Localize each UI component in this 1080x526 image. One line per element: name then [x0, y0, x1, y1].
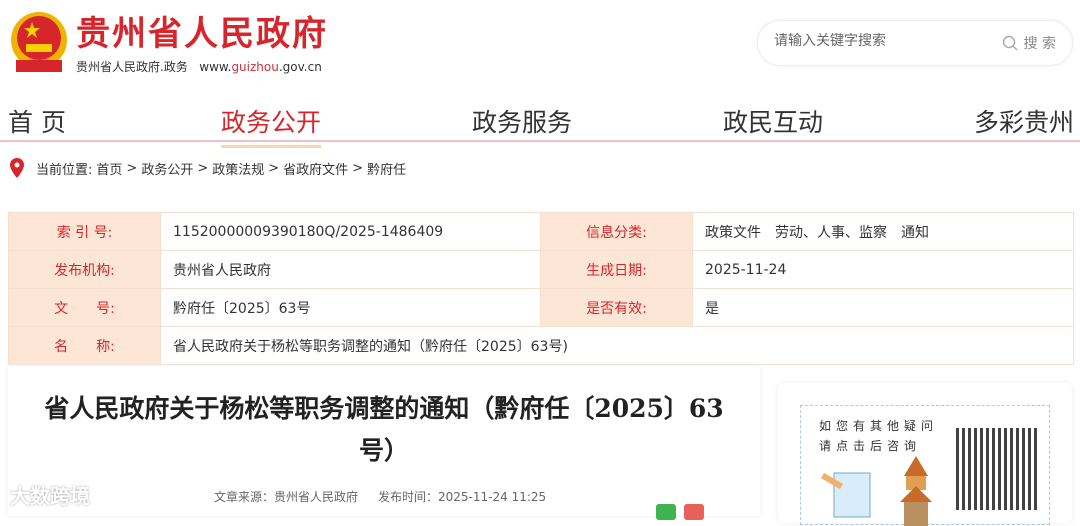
valid-value: 是: [692, 288, 1074, 327]
weibo-share-icon[interactable]: [684, 504, 704, 520]
consult-card[interactable]: 如您有其他疑问 请点击后咨询: [778, 383, 1072, 526]
national-emblem-icon: [11, 12, 67, 72]
consult-text: 如您有其他疑问 请点击后咨询: [819, 419, 939, 453]
article-time: 发布时间：2025-11-24 11:25: [378, 490, 547, 504]
docno-label: 文 号:: [8, 288, 161, 327]
breadcrumb-label: 当前位置:: [36, 162, 93, 178]
date-value: 2025-11-24: [692, 250, 1074, 289]
search-button-label: 搜 索: [1023, 36, 1056, 52]
docno-value: 黔府任〔2025〕63号: [160, 288, 541, 327]
breadcrumb-affairs[interactable]: 政务公开: [141, 159, 193, 178]
watermark: 大数跨境: [10, 484, 90, 508]
valid-label: 是否有效:: [540, 288, 693, 327]
nav-government-affairs[interactable]: 政务公开: [221, 103, 322, 148]
site-subtitle: 贵州省人民政府.政务 www.guizhou.gov.cn: [76, 60, 322, 74]
location-pin-icon: [10, 158, 24, 178]
consult-box[interactable]: 如您有其他疑问 请点击后咨询: [800, 405, 1050, 526]
nav-services[interactable]: 政务服务: [472, 103, 572, 139]
org-value: 贵州省人民政府: [160, 250, 541, 289]
name-label: 名 称:: [8, 326, 161, 365]
main-nav: 首 页 政务公开 政务服务 政民互动 多彩贵州: [0, 97, 1080, 148]
nav-interaction[interactable]: 政民互动: [723, 103, 823, 139]
table-row: 索 引 号: 11520000009390180Q/2025-1486409 信…: [8, 212, 1074, 251]
pagoda-icon: [900, 456, 932, 526]
info-table: 索 引 号: 11520000009390180Q/2025-1486409 信…: [8, 212, 1074, 365]
table-row: 名 称: 省人民政府关于杨松等职务调整的通知（黔府任〔2025〕63号): [8, 326, 1074, 365]
org-label: 发布机构:: [8, 250, 161, 289]
article-title: 省人民政府关于杨松等职务调整的通知（黔府任〔2025〕63号）: [44, 394, 724, 465]
article-card: 省人民政府关于杨松等职务调整的通知（黔府任〔2025〕63号） 文章来源：贵州省…: [8, 366, 760, 520]
table-row: 文 号: 黔府任〔2025〕63号 是否有效: 是: [8, 288, 1074, 327]
nav-home[interactable]: 首 页: [8, 103, 66, 139]
date-label: 生成日期:: [540, 250, 693, 289]
breadcrumb-current[interactable]: 黔府任: [367, 159, 406, 178]
category-value: 政策文件 劳动、人事、监察 通知: [692, 212, 1074, 251]
breadcrumb: 当前位置: 首页 > 政务公开 > 政策法规 > 省政府文件 > 黔府任: [10, 158, 406, 178]
index-value: 11520000009390180Q/2025-1486409: [160, 212, 541, 251]
name-value: 省人民政府关于杨松等职务调整的通知（黔府任〔2025〕63号): [160, 326, 1074, 365]
qr-code[interactable]: [956, 428, 1038, 510]
site-title[interactable]: 贵州省人民政府: [76, 14, 328, 54]
nav-colorful-guizhou[interactable]: 多彩贵州: [974, 103, 1074, 139]
breadcrumb-policy[interactable]: 政策法规: [212, 159, 264, 178]
index-label: 索 引 号:: [8, 212, 161, 251]
category-label: 信息分类:: [540, 212, 693, 251]
search-box: 搜 索: [757, 20, 1073, 66]
article-source: 文章来源：贵州省人民政府: [214, 490, 359, 504]
article-meta: 文章来源：贵州省人民政府 发布时间：2025-11-24 11:25: [214, 488, 566, 505]
breadcrumb-home[interactable]: 首页: [96, 159, 122, 178]
document-pen-icon: [820, 472, 871, 518]
search-input[interactable]: [774, 33, 974, 49]
breadcrumb-provincial-docs[interactable]: 省政府文件: [283, 159, 348, 178]
table-row: 发布机构: 贵州省人民政府 生成日期: 2025-11-24: [8, 250, 1074, 289]
wechat-share-icon[interactable]: [656, 504, 676, 520]
search-button[interactable]: 搜 索: [1002, 33, 1056, 53]
search-icon: [1002, 35, 1018, 51]
